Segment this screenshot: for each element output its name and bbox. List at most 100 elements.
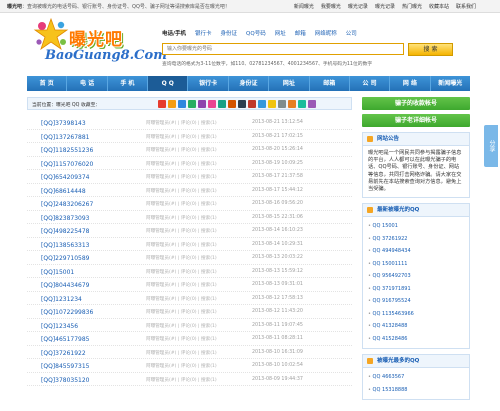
qq-link[interactable]: [QQ]654209374 [41,174,90,181]
qq-link[interactable]: [QQ]37261922 [41,350,86,357]
qq-link[interactable]: [QQ]1072299836 [41,309,93,316]
top-link-records[interactable]: 曝光记录 [348,3,368,10]
share-icon[interactable] [188,100,196,108]
top-link-news[interactable]: 新闻曝光 [294,3,314,10]
qq-link[interactable]: [QQ]823873093 [41,215,90,222]
row-date: 2013-08-11 08:28:11 [252,336,303,341]
share-icon[interactable] [298,100,306,108]
share-icon[interactable] [248,100,256,108]
qq-link[interactable]: [QQ]2483206267 [41,201,93,208]
list-item[interactable]: QQ 41528486 [368,333,464,346]
qq-link[interactable]: [QQ]37398143 [41,120,86,127]
notice-icon [367,136,373,142]
list-item[interactable]: QQ 1135463966 [368,308,464,321]
table-row: [QQ]1231234 阿曝管理员(#) | 评论(0) | 搜索(1) 2013-… [27,292,352,305]
list-item[interactable]: QQ 15001 [368,220,464,233]
list-item[interactable]: QQ 37261922 [368,233,464,246]
breadcrumb: 当前位置：曝光吧 QQ 收藏至： [27,97,352,110]
qq-link[interactable]: [QQ]1182551236 [41,147,93,154]
site-logo[interactable]: 曝光吧 BaoGuang8.Com [33,18,167,68]
list-item[interactable]: QQ 371971891 [368,283,464,296]
share-icon[interactable] [158,100,166,108]
row-meta: 阿曝管理员(#) | 评论(0) | 搜索(1) [146,242,217,248]
list-item[interactable]: QQ 956492703 [368,270,464,283]
scam-detail-button[interactable]: 骗子老详细帐号 [362,114,470,127]
top-link-report[interactable]: 我要曝光 [321,3,341,10]
notice-title: 网站公告 [377,136,400,142]
share-icon[interactable] [168,100,176,108]
table-row: [QQ]37398143 阿曝管理员(#) | 评论(0) | 搜索(1) 2013… [27,116,352,130]
list-item[interactable]: QQ 41328488 [368,320,464,333]
qq-link[interactable]: [QQ]1157076020 [41,161,93,168]
search-tab-url[interactable]: 网址 [275,29,286,37]
list-item[interactable]: QQ 15001111 [368,258,464,271]
search-button[interactable]: 搜 索 [408,43,453,56]
table-row: [QQ]378035120 阿曝管理员(#) | 评论(0) | 搜索(1) 201… [27,373,352,386]
nav-phone[interactable]: 电 话 [67,76,108,91]
search-tab-email[interactable]: 邮箱 [295,29,306,37]
qq-link[interactable]: [QQ]465177985 [41,336,90,343]
nav-mobile[interactable]: 手 机 [108,76,149,91]
search-tab-nickname[interactable]: 网络昵称 [315,29,337,37]
qq-link[interactable]: [QQ]1231234 [41,296,82,303]
share-icon[interactable] [228,100,236,108]
nav-id[interactable]: 身份证 [229,76,270,91]
nav-url[interactable]: 网址 [269,76,310,91]
search-tab-id[interactable]: 身份证 [221,29,238,37]
share-side-tab[interactable]: 分享 [484,125,498,167]
search-input[interactable] [163,44,403,54]
qq-link[interactable]: [QQ]123456 [41,323,78,330]
share-icon[interactable] [258,100,266,108]
qq-link[interactable]: [QQ]378035120 [41,377,90,384]
notice-brand: 曝光吧 [7,4,23,10]
share-icon[interactable] [308,100,316,108]
nav-qq[interactable]: Q Q [148,76,189,91]
nav-home[interactable]: 首 页 [27,76,68,91]
row-date: 2013-08-15 22:31:06 [252,214,303,220]
search-tab-company[interactable]: 公司 [346,29,357,37]
qq-link[interactable]: [QQ]498225478 [41,228,90,235]
search-tab-qq[interactable]: QQ号码 [246,29,266,37]
table-row: [QQ]138563313 阿曝管理员(#) | 评论(0) | 搜索(1) 201… [27,238,352,251]
top-link-hot[interactable]: 热门曝光 [402,3,422,10]
table-row: [QQ]229710589 阿曝管理员(#) | 评论(0) | 搜索(1) 201… [27,251,352,265]
share-icon[interactable] [278,100,286,108]
qq-link[interactable]: [QQ]68614448 [41,188,86,195]
nav-company[interactable]: 公 司 [350,76,391,91]
share-icons [158,100,316,108]
top-link-favorite[interactable]: 收藏本站 [429,3,449,10]
list-item[interactable]: QQ 4663567 [368,371,464,384]
row-meta: 阿曝管理员(#) | 评论(0) | 搜索(1) [146,310,217,315]
qq-link[interactable]: [QQ]137267881 [41,134,90,141]
share-icon[interactable] [288,100,296,108]
qq-link[interactable]: [QQ]845597315 [41,363,90,370]
latest-list: QQ 15001QQ 37261922QQ 494948434QQ 150011… [363,217,469,348]
list-item[interactable]: QQ 15318888 [368,384,464,397]
top-link-contact[interactable]: 联系我们 [456,3,476,10]
search-tab-phone[interactable]: 电话/手机 [162,29,186,37]
qq-link[interactable]: [QQ]804434679 [41,282,90,289]
share-icon[interactable] [208,100,216,108]
nav-bank[interactable]: 银行卡 [188,76,229,91]
qq-link[interactable]: [QQ]15001 [41,269,74,276]
share-icon[interactable] [268,100,276,108]
list-item[interactable]: QQ 916795524 [368,295,464,308]
search-box [162,43,404,55]
share-icon[interactable] [218,100,226,108]
nav-network[interactable]: 网 络 [390,76,431,91]
qq-link[interactable]: [QQ]138563313 [41,242,90,249]
share-icon[interactable] [198,100,206,108]
row-date: 2013-08-14 16:10:23 [252,228,303,233]
search-tab-bank[interactable]: 银行卡 [195,29,212,37]
nav-email[interactable]: 邮箱 [310,76,350,91]
list-item[interactable]: QQ 494948434 [368,245,464,258]
row-meta: 阿曝管理员(#) | 评论(0) | 搜索(1) [146,283,217,288]
notice-body: 曝光吧是一个网民共同参与揭露骗子信息的平台，人人都可以在此曝光骗子的电话、QQ号… [368,150,462,193]
share-icon[interactable] [238,100,246,108]
row-date: 2013-08-16 09:56:20 [252,201,303,206]
scam-account-button[interactable]: 骗子的收款帐号 [362,97,470,110]
top-link-records-2[interactable]: 曝光记录 [375,3,395,10]
qq-link[interactable]: [QQ]229710589 [41,255,90,262]
nav-news[interactable]: 新闻曝光 [431,76,470,91]
share-icon[interactable] [178,100,186,108]
